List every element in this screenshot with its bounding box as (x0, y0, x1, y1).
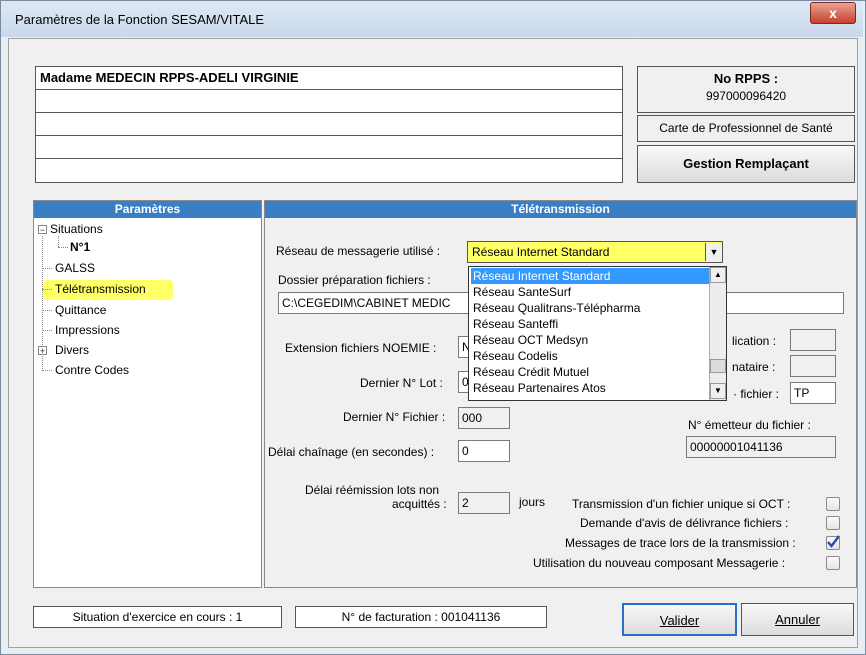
checkmark-icon (827, 535, 840, 548)
valider-button[interactable]: Valider (622, 603, 737, 636)
dropdown-option[interactable]: Réseau Internet Standard (471, 268, 709, 284)
tree-item-impressions[interactable]: Impressions (55, 323, 120, 337)
parameters-header: Paramètres (34, 201, 261, 218)
rpps-box: No RPPS : 997000096420 (637, 66, 855, 113)
tree-item-situations[interactable]: Situations (50, 222, 103, 236)
dossier-input-end[interactable] (726, 292, 844, 314)
option-checkbox-messagerie[interactable] (826, 556, 840, 570)
tree-item-teletransmission[interactable]: Télétransmission (55, 282, 146, 296)
teletransmission-header: Télétransmission (265, 201, 856, 218)
practitioner-box: Madame MEDECIN RPPS-ADELI VIRGINIE (35, 66, 623, 183)
dossier-label: Dossier préparation fichiers : (278, 273, 431, 287)
jours-label: jours (519, 495, 546, 509)
dossier-input[interactable]: C:\CEGEDIM\CABINET MEDIC (278, 292, 472, 314)
tree-connector (58, 236, 59, 247)
delai-reemission-input[interactable]: 2 (458, 492, 510, 514)
delai-chainage-label: Délai chaînage (en secondes) : (268, 445, 435, 459)
dropdown-option[interactable]: Réseau Codelis (471, 348, 709, 364)
dropdown-option[interactable]: Réseau Partenaires Atos (471, 380, 709, 396)
tree-item-divers[interactable]: Divers (55, 343, 89, 357)
title-bar[interactable]: Paramètres de la Fonction SESAM/VITALE (1, 1, 863, 37)
dropdown-option[interactable]: Réseau Qualitrans-Télépharma (471, 300, 709, 316)
application-input[interactable] (790, 329, 836, 351)
option-label-avis: Demande d'avis de délivrance fichiers : (580, 516, 789, 530)
practitioner-row (36, 113, 622, 136)
type-fichier-input[interactable]: TP (790, 382, 836, 404)
dropdown-option[interactable]: Réseau SanteSurf (471, 284, 709, 300)
chevron-down-icon[interactable]: ▼ (705, 243, 722, 261)
option-label-oct: Transmission d'un fichier unique si OCT … (572, 497, 791, 511)
situation-status: Situation d'exercice en cours : 1 (33, 606, 282, 628)
scroll-up-icon[interactable]: ▲ (710, 267, 726, 283)
tree-item-galss[interactable]: GALSS (55, 261, 95, 275)
extension-label: Extension fichiers NOEMIE : (285, 341, 437, 355)
reseau-select-value: Réseau Internet Standard (472, 245, 610, 259)
dernier-fichier-label: Dernier N° Fichier : (343, 410, 446, 424)
emetteur-input[interactable]: 00000001041136 (686, 436, 836, 458)
dropdown-option[interactable]: Réseau Santeffi (471, 316, 709, 332)
practitioner-row (36, 159, 622, 182)
option-label-messagerie: Utilisation du nouveau composant Message… (533, 556, 786, 570)
gestion-remplacant-button[interactable]: Gestion Remplaçant (637, 145, 855, 183)
practitioner-row: Madame MEDECIN RPPS-ADELI VIRGINIE (36, 67, 622, 90)
practitioner-row (36, 90, 622, 113)
close-button[interactable]: x (810, 2, 856, 24)
rpps-value: 997000096420 (705, 89, 787, 103)
delai-chainage-input[interactable]: 0 (458, 440, 510, 462)
type-fichier-label: · fichier : (733, 387, 780, 401)
tree-connector (42, 370, 52, 371)
dropdown-option[interactable]: Réseau OCT Medsyn (471, 332, 709, 348)
annuler-button-label: Annuler (775, 612, 820, 627)
dropdown-scrollbar[interactable]: ▲ ▼ (709, 267, 726, 400)
option-checkbox-avis[interactable] (826, 516, 840, 530)
tree-connector (42, 289, 52, 290)
expand-icon[interactable]: + (38, 346, 47, 356)
option-checkbox-trace[interactable] (826, 535, 840, 550)
emetteur-label: N° émetteur du fichier : (688, 418, 811, 432)
tree-item-n1[interactable]: N°1 (70, 240, 90, 254)
practitioner-row (36, 136, 622, 159)
reseau-dropdown-list: Réseau Internet Standard Réseau SanteSur… (468, 266, 727, 401)
scrollbar-thumb[interactable] (710, 359, 726, 373)
reseau-label: Réseau de messagerie utilisé : (276, 244, 441, 258)
collapse-icon[interactable]: − (38, 225, 47, 235)
delai-reemission-label: Délai réémission lots non (305, 483, 440, 497)
window-title: Paramètres de la Fonction SESAM/VITALE (15, 12, 265, 27)
annuler-button[interactable]: Annuler (741, 603, 854, 636)
tree-connector (58, 247, 68, 248)
option-label-trace: Messages de trace lors de la transmissio… (565, 536, 796, 550)
tree-item-contre-codes[interactable]: Contre Codes (55, 363, 129, 377)
facturation-status: N° de facturation : 001041136 (295, 606, 547, 628)
destinataire-label: nataire : (732, 360, 776, 374)
dernier-fichier-input[interactable]: 000 (458, 407, 510, 429)
application-label: lication : (732, 334, 777, 348)
valider-button-label: Valider (659, 613, 700, 628)
tree-connector (42, 268, 52, 269)
option-checkbox-oct[interactable] (826, 497, 840, 511)
reseau-select[interactable]: Réseau Internet Standard ▼ (467, 241, 723, 263)
dernier-lot-label: Dernier N° Lot : (360, 376, 443, 390)
destinataire-input[interactable] (790, 355, 836, 377)
parameters-panel: Paramètres (33, 200, 262, 588)
tree-connector (42, 310, 52, 311)
delai-reemission-label-2: acquittés : (392, 497, 447, 511)
rpps-label: No RPPS : (713, 71, 779, 86)
carte-label: Carte de Professionnel de Santé (637, 115, 855, 142)
tree-connector (42, 330, 52, 331)
tree-item-quittance[interactable]: Quittance (55, 303, 106, 317)
dropdown-option[interactable]: Réseau Crédit Mutuel (471, 364, 709, 380)
scroll-down-icon[interactable]: ▼ (710, 383, 726, 399)
practitioner-name: Madame MEDECIN RPPS-ADELI VIRGINIE (40, 70, 299, 85)
